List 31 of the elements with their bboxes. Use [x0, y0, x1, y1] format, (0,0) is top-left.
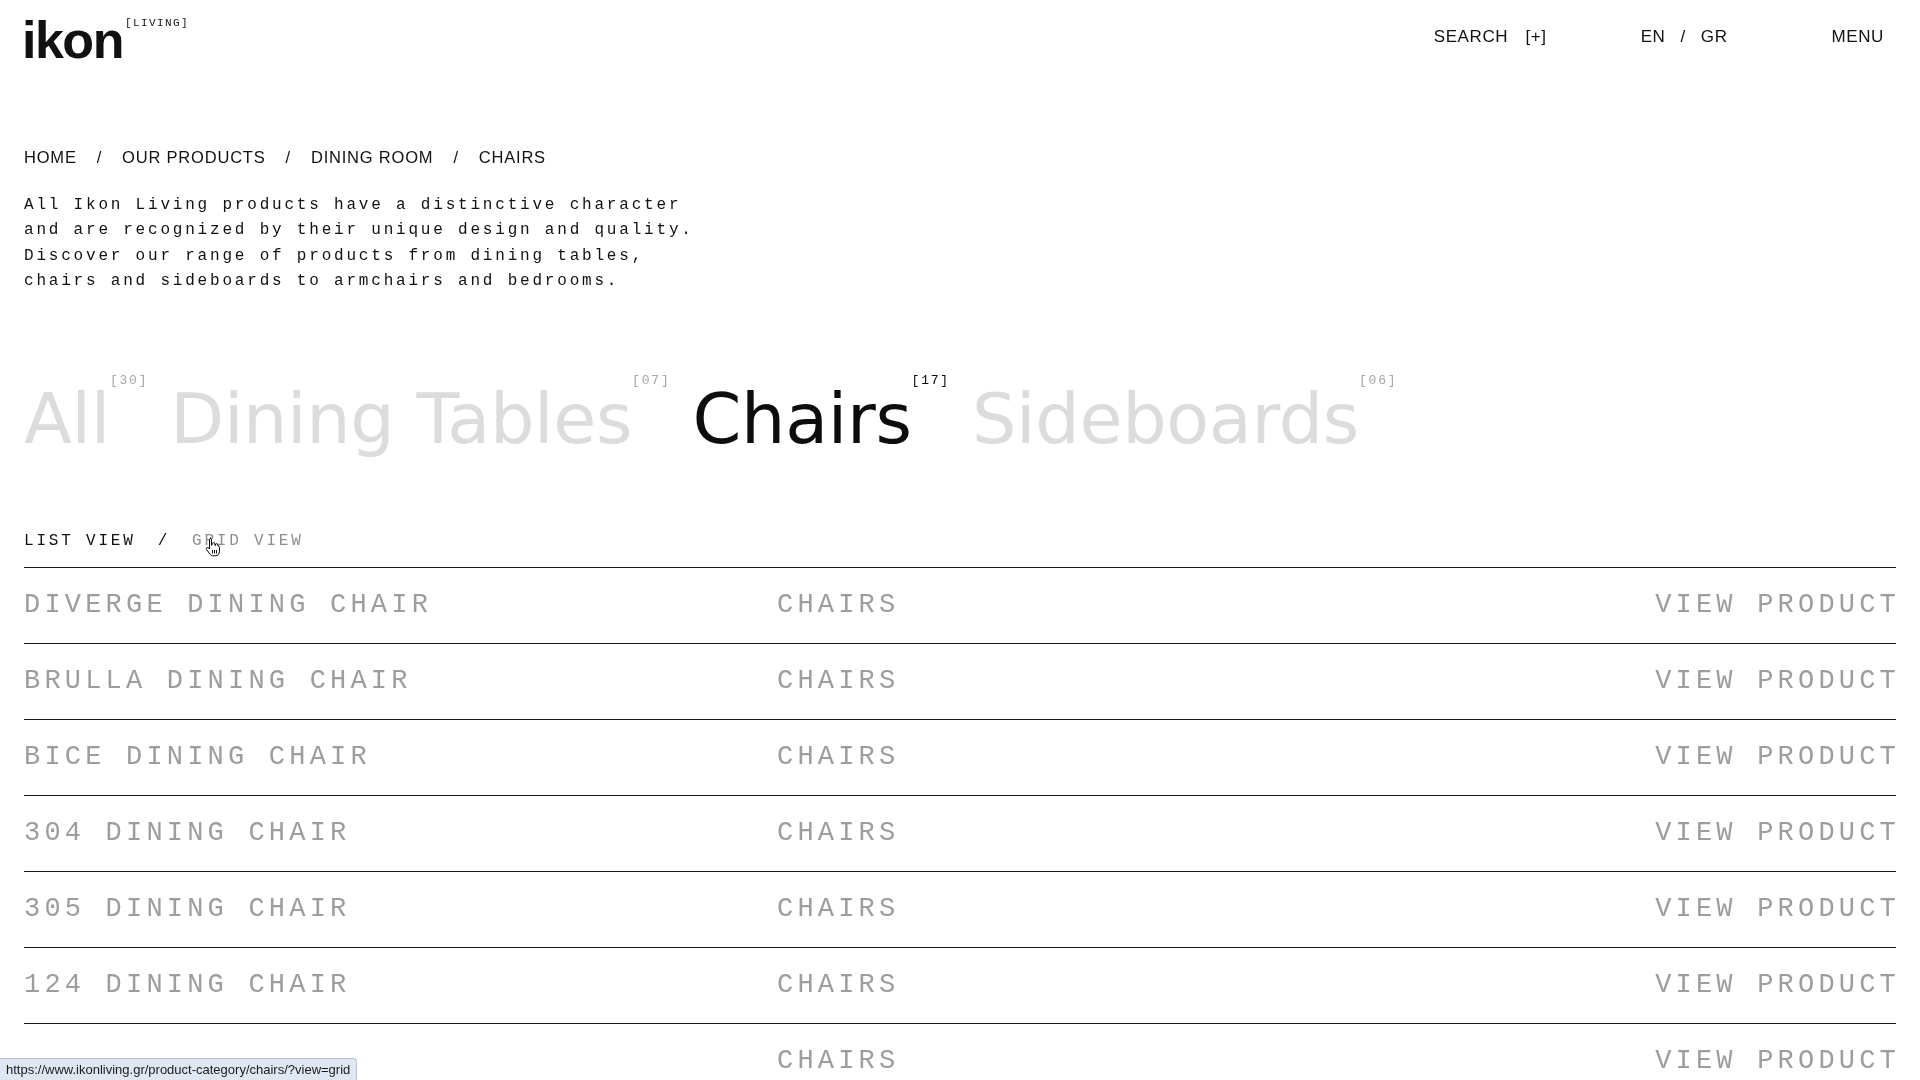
product-category: CHAIRS	[777, 589, 900, 622]
search-button[interactable]: SEARCH [+]	[1433, 27, 1547, 47]
product-name: 304 DINING CHAIR	[24, 817, 351, 850]
breadcrumb-link[interactable]: DINING ROOM	[310, 147, 434, 167]
product-category: CHAIRS	[777, 1045, 900, 1078]
product-name: BRULLA DINING CHAIR	[24, 665, 412, 698]
product-name: DIVERGE DINING CHAIR	[24, 589, 433, 622]
view-separator: /	[157, 530, 171, 551]
product-category: CHAIRS	[777, 741, 900, 774]
breadcrumb-separator: /	[285, 147, 291, 167]
intro-paragraph: All Ikon Living products have a distinctive character and are recognized by their unique design and quality. Discover our range of products from dining tables, chairs and sideboards to armchairs and bedrooms.	[24, 195, 695, 292]
language-link[interactable]: EN	[1640, 27, 1666, 47]
product-category: CHAIRS	[777, 665, 900, 698]
product-category: CHAIRS	[777, 969, 900, 1002]
product-name: 305 DINING CHAIR	[24, 893, 351, 926]
breadcrumb-link[interactable]: CHAIRS	[478, 147, 546, 167]
product-category: CHAIRS	[777, 817, 900, 850]
breadcrumb-link[interactable]: OUR PRODUCTS	[122, 147, 266, 167]
breadcrumb-link[interactable]: HOME	[24, 147, 77, 167]
breadcrumb-separator: /	[96, 147, 103, 167]
breadcrumb-separator: /	[453, 147, 459, 167]
view-option[interactable]: LIST VIEW	[24, 530, 136, 551]
language-separator: /	[1680, 27, 1686, 47]
language-link[interactable]: GR	[1700, 27, 1728, 47]
product-name: 124 DINING CHAIR	[24, 969, 351, 1002]
logo-wordmark[interactable]: ikon	[22, 14, 123, 66]
menu-button[interactable]: MENU	[1831, 27, 1884, 47]
logo-tag: [LIVING]	[124, 17, 189, 29]
product-name: BICE DINING CHAIR	[24, 741, 371, 774]
status-bar-url: https://www.ikonliving.gr/product-category/chairs/?view=grid	[0, 1058, 358, 1080]
product-category: CHAIRS	[777, 893, 900, 926]
